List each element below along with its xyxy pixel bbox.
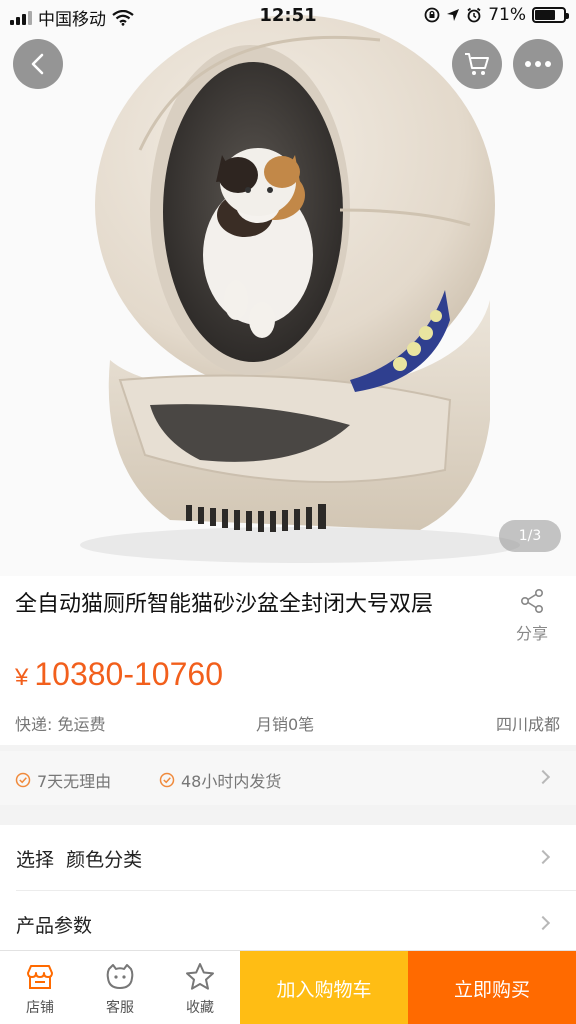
product-image-gallery[interactable]: 中国移动 12:51 71% 1/3 [0,0,576,576]
buy-now-button[interactable]: 立即购买 [408,951,576,1024]
product-image [0,0,576,576]
more-icon [525,61,551,67]
tab-favorite[interactable]: 收藏 [160,951,240,1024]
price-symbol: ¥ [15,664,29,691]
star-icon [186,963,214,990]
service-item: 48小时内发货 [159,768,281,792]
share-icon [520,588,543,613]
tab-customer-service[interactable]: 客服 [80,951,160,1024]
screen-lock-icon [424,7,440,23]
chevron-right-icon [535,915,551,931]
select-value: 颜色分类 [66,849,143,871]
battery-icon [532,7,569,23]
share-label: 分享 [515,624,548,643]
service-item: 7天无理由 [15,768,111,792]
chevron-right-icon [535,769,551,785]
tab-customer-service-label: 客服 [106,1000,134,1016]
cart-button[interactable] [452,39,502,89]
monthly-sales: 月销0笔 [256,715,315,734]
service-label: 48小时内发货 [181,772,282,791]
check-circle-icon [15,772,31,788]
more-button[interactable] [513,39,563,89]
ship-location: 四川成都 [495,715,560,734]
check-circle-icon [159,772,175,788]
select-variant-label: 选择 颜色分类 [16,845,142,872]
select-variant-row[interactable]: 选择 颜色分类 [0,825,576,889]
product-params-row[interactable]: 产品参数 [0,891,576,955]
select-label: 选择 [16,849,55,871]
cart-icon [465,53,489,75]
tab-store-label: 店铺 [26,1000,54,1016]
tab-store[interactable]: 店铺 [0,951,80,1024]
image-pager: 1/3 [499,520,561,552]
tab-favorite-label: 收藏 [186,1000,214,1016]
status-bar: 中国移动 12:51 71% [0,0,576,32]
price: ¥10380-10760 [15,656,223,693]
share-button[interactable]: 分享 [500,588,564,644]
product-params-label: 产品参数 [16,915,93,937]
add-to-cart-button[interactable]: 加入购物车 [240,951,408,1024]
bottom-action-bar: 店铺 客服 收藏 加入购物车 立即购买 [0,950,576,1024]
product-detail-page: 中国移动 12:51 71% 1/3 全自动猫厕所智能猫砂沙盆全封闭大号双层 分… [0,0,576,1024]
back-button[interactable] [13,39,63,89]
location-icon [447,9,460,21]
price-range: 10380-10760 [34,656,223,692]
battery-fill [535,10,555,20]
back-icon [31,53,44,75]
shipping-info: 快递: 免运费 [15,715,106,734]
customer-service-icon [106,964,134,989]
chevron-right-icon [535,849,551,865]
product-title: 全自动猫厕所智能猫砂沙盆全封闭大号双层 [15,592,434,617]
alarm-icon [467,7,481,23]
service-guarantees[interactable]: 7天无理由 48小时内发货 [0,751,576,805]
battery-percent: 71% [488,5,526,25]
store-icon [27,965,53,989]
divider [0,805,576,825]
service-label: 7天无理由 [37,772,112,791]
